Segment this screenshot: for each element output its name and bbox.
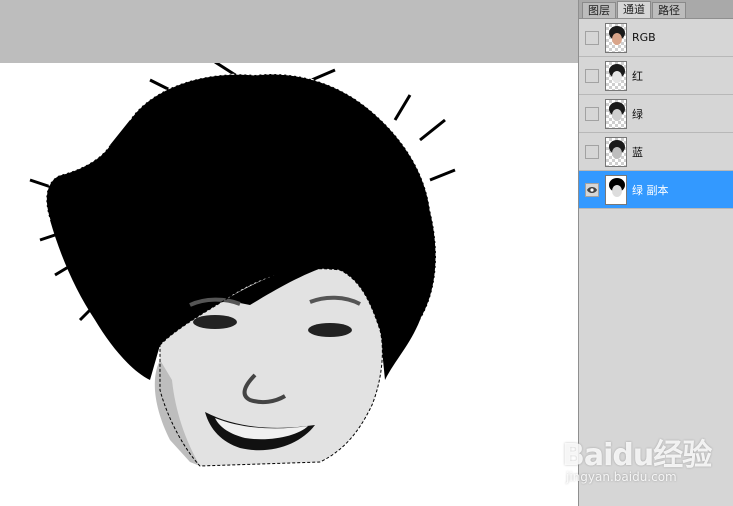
channel-thumbnail: [605, 174, 627, 205]
channel-row-red[interactable]: 红: [579, 57, 733, 95]
channel-row-rgb[interactable]: RGB: [579, 19, 733, 57]
channel-label: 蓝: [632, 145, 643, 159]
visibility-toggle[interactable]: [585, 106, 599, 121]
document-canvas[interactable]: [0, 63, 578, 506]
tab-paths[interactable]: 路径: [652, 2, 686, 18]
channel-label: RGB: [632, 31, 656, 44]
channel-thumbnail: [605, 98, 627, 129]
tab-channels[interactable]: 通道: [617, 1, 651, 18]
channel-image: [29, 63, 456, 467]
panel-tab-bar: 图层 通道 路径: [579, 0, 733, 19]
channel-label: 绿 副本: [632, 183, 669, 197]
channel-thumbnail: [605, 22, 627, 53]
channel-row-green[interactable]: 绿: [579, 95, 733, 133]
channel-row-green-copy[interactable]: 绿 副本: [579, 171, 733, 209]
visibility-toggle[interactable]: [585, 30, 599, 45]
tab-layers[interactable]: 图层: [582, 2, 616, 18]
watermark-brand: Baidu经验: [562, 438, 712, 473]
channel-thumbnail: [605, 60, 627, 91]
document-workspace: [0, 0, 578, 506]
right-eye: [308, 323, 352, 337]
channel-label: 绿: [632, 107, 643, 121]
eye-icon: [587, 186, 597, 193]
visibility-toggle[interactable]: [585, 144, 599, 159]
channel-thumbnail: [605, 136, 627, 167]
watermark-url: jingyan.baidu.com: [566, 470, 677, 484]
channel-row-blue[interactable]: 蓝: [579, 133, 733, 171]
watermark: Baidu经验 jingyan.baidu.com: [560, 428, 730, 498]
left-eye: [193, 315, 237, 329]
channel-label: 红: [632, 69, 643, 83]
visibility-toggle[interactable]: [585, 182, 599, 197]
visibility-toggle[interactable]: [585, 68, 599, 83]
